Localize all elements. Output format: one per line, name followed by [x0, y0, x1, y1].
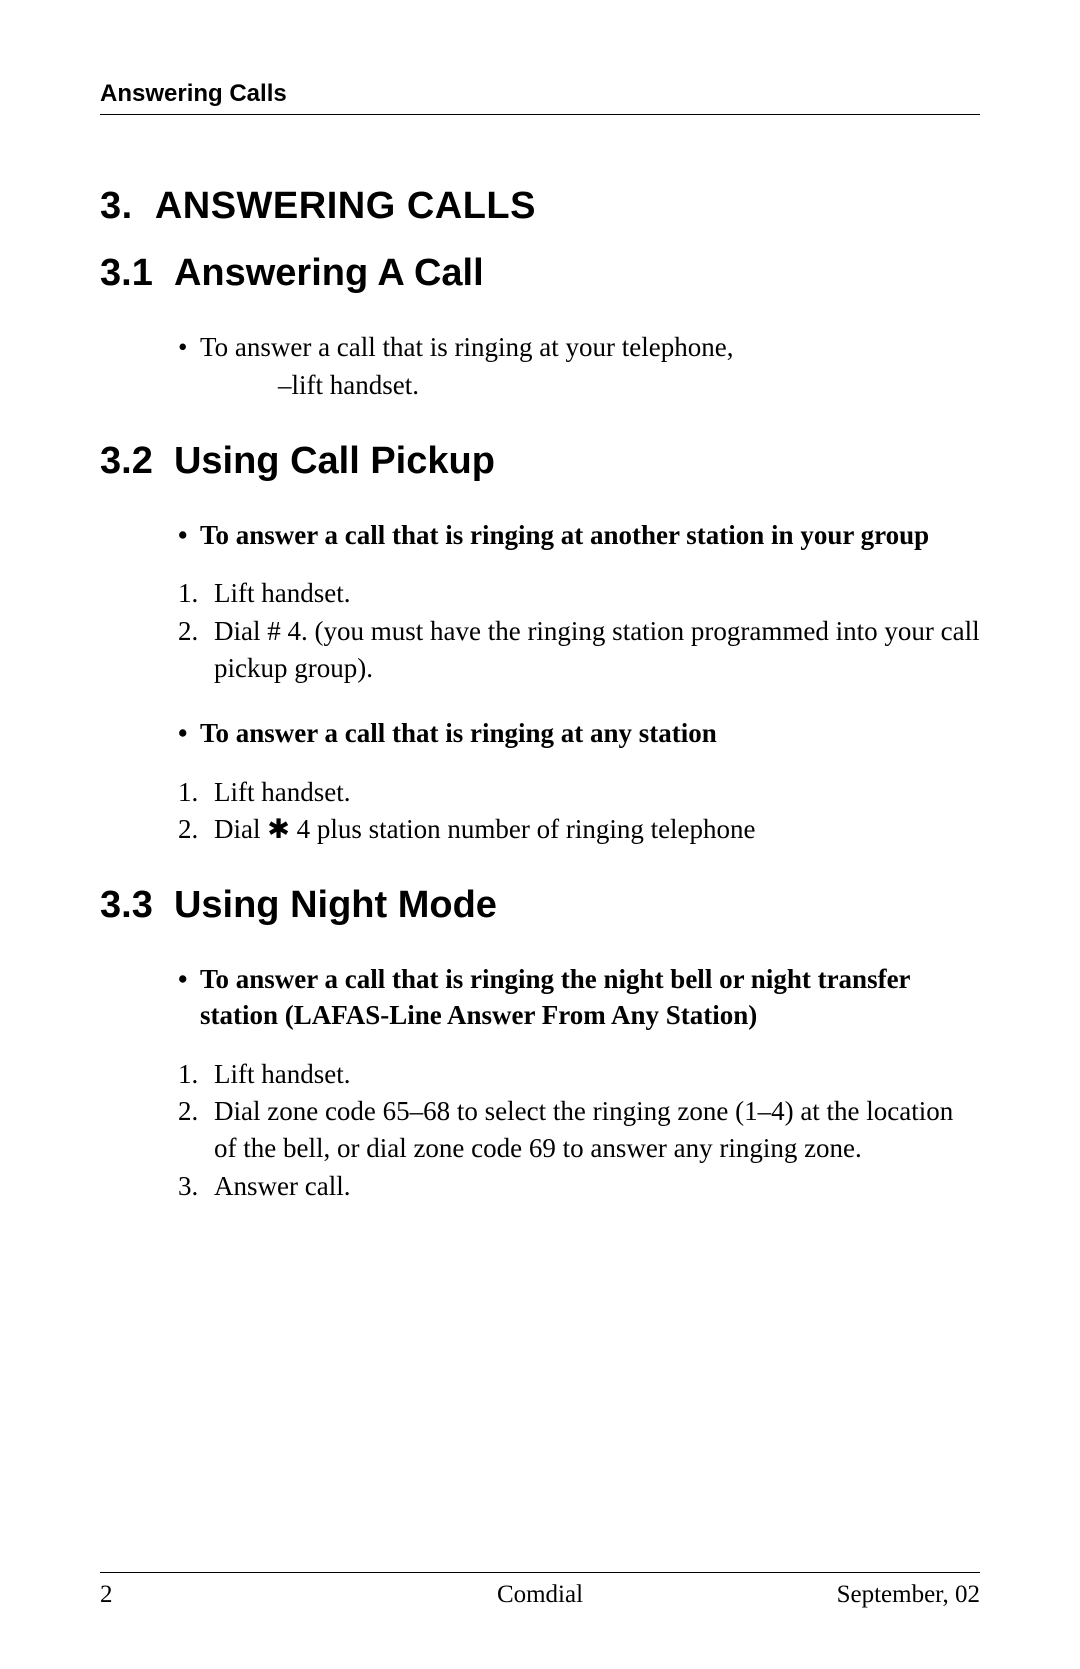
page-footer: 2 Comdial September, 02: [100, 1572, 980, 1609]
step-item: 1. Lift handset.: [178, 1056, 980, 1093]
page: Answering Calls 3. ANSWERING CALLS 3.1 A…: [0, 0, 1080, 1669]
bullet-dot-icon: •: [178, 517, 200, 553]
step-text: Dial zone code 65–68 to select the ringi…: [214, 1093, 980, 1168]
bullet-dot-icon: •: [178, 715, 200, 751]
step-number: 1.: [178, 1056, 214, 1093]
bullet-text: To answer a call that is ringing at your…: [200, 329, 980, 365]
step-number: 1.: [178, 575, 214, 612]
step-item: 1. Lift handset.: [178, 774, 980, 811]
bullet-block-3-2-any: • To answer a call that is ringing at an…: [100, 715, 980, 751]
section-title: Using Night Mode: [174, 884, 497, 926]
step-item: 2. Dial # 4. (you must have the ringing …: [178, 613, 980, 688]
bullet-dot-icon: •: [178, 329, 200, 365]
step-text: Dial # 4. (you must have the ringing sta…: [214, 613, 980, 688]
bullet-block-3-2-group: • To answer a call that is ringing at an…: [100, 517, 980, 553]
numbered-steps-3-2-any: 1. Lift handset. 2. Dial ✱ 4 plus statio…: [100, 774, 980, 849]
running-header: Answering Calls: [100, 80, 980, 115]
chapter-title: ANSWERING CALLS: [155, 185, 536, 227]
numbered-steps-3-2-group: 1. Lift handset. 2. Dial # 4. (you must …: [100, 575, 980, 687]
bullet-text: To answer a call that is ringing at any …: [200, 715, 980, 751]
chapter-heading: 3. ANSWERING CALLS: [100, 185, 980, 228]
step-number: 2.: [178, 1093, 214, 1168]
step-item: 2. Dial zone code 65–68 to select the ri…: [178, 1093, 980, 1168]
bullet-text: To answer a call that is ringing at anot…: [200, 517, 980, 553]
bullet-subtext: –lift handset.: [178, 367, 980, 403]
bullet-block-3-3: • To answer a call that is ringing the n…: [100, 961, 980, 1034]
chapter-number: 3.: [100, 185, 133, 227]
footer-center: Comdial: [100, 1581, 980, 1609]
step-text: Lift handset.: [214, 575, 980, 612]
step-text: Lift handset.: [214, 774, 980, 811]
bullet-item: • To answer a call that is ringing at an…: [178, 715, 980, 751]
bullet-text: To answer a call that is ringing the nig…: [200, 961, 980, 1034]
section-heading-3-2: 3.2 Using Call Pickup: [100, 440, 980, 483]
step-item: 3. Answer call.: [178, 1168, 980, 1205]
bullet-item: • To answer a call that is ringing at an…: [178, 517, 980, 553]
section-title: Answering A Call: [174, 252, 484, 294]
section-number: 3.3: [100, 884, 153, 926]
step-text: Dial ✱ 4 plus station number of ringing …: [214, 811, 980, 848]
section-heading-3-3: 3.3 Using Night Mode: [100, 884, 980, 927]
bullet-item: • To answer a call that is ringing at yo…: [178, 329, 980, 365]
step-item: 1. Lift handset.: [178, 575, 980, 612]
numbered-steps-3-3: 1. Lift handset. 2. Dial zone code 65–68…: [100, 1056, 980, 1205]
bullet-block-3-1: • To answer a call that is ringing at yo…: [100, 329, 980, 404]
step-text: Lift handset.: [214, 1056, 980, 1093]
step-number: 2.: [178, 613, 214, 688]
step-number: 3.: [178, 1168, 214, 1205]
bullet-dot-icon: •: [178, 961, 200, 997]
section-title: Using Call Pickup: [174, 440, 495, 482]
section-number: 3.2: [100, 440, 153, 482]
step-number: 2.: [178, 811, 214, 848]
section-heading-3-1: 3.1 Answering A Call: [100, 252, 980, 295]
step-text: Answer call.: [214, 1168, 980, 1205]
bullet-item: • To answer a call that is ringing the n…: [178, 961, 980, 1034]
step-number: 1.: [178, 774, 214, 811]
section-number: 3.1: [100, 252, 153, 294]
step-item: 2. Dial ✱ 4 plus station number of ringi…: [178, 811, 980, 848]
